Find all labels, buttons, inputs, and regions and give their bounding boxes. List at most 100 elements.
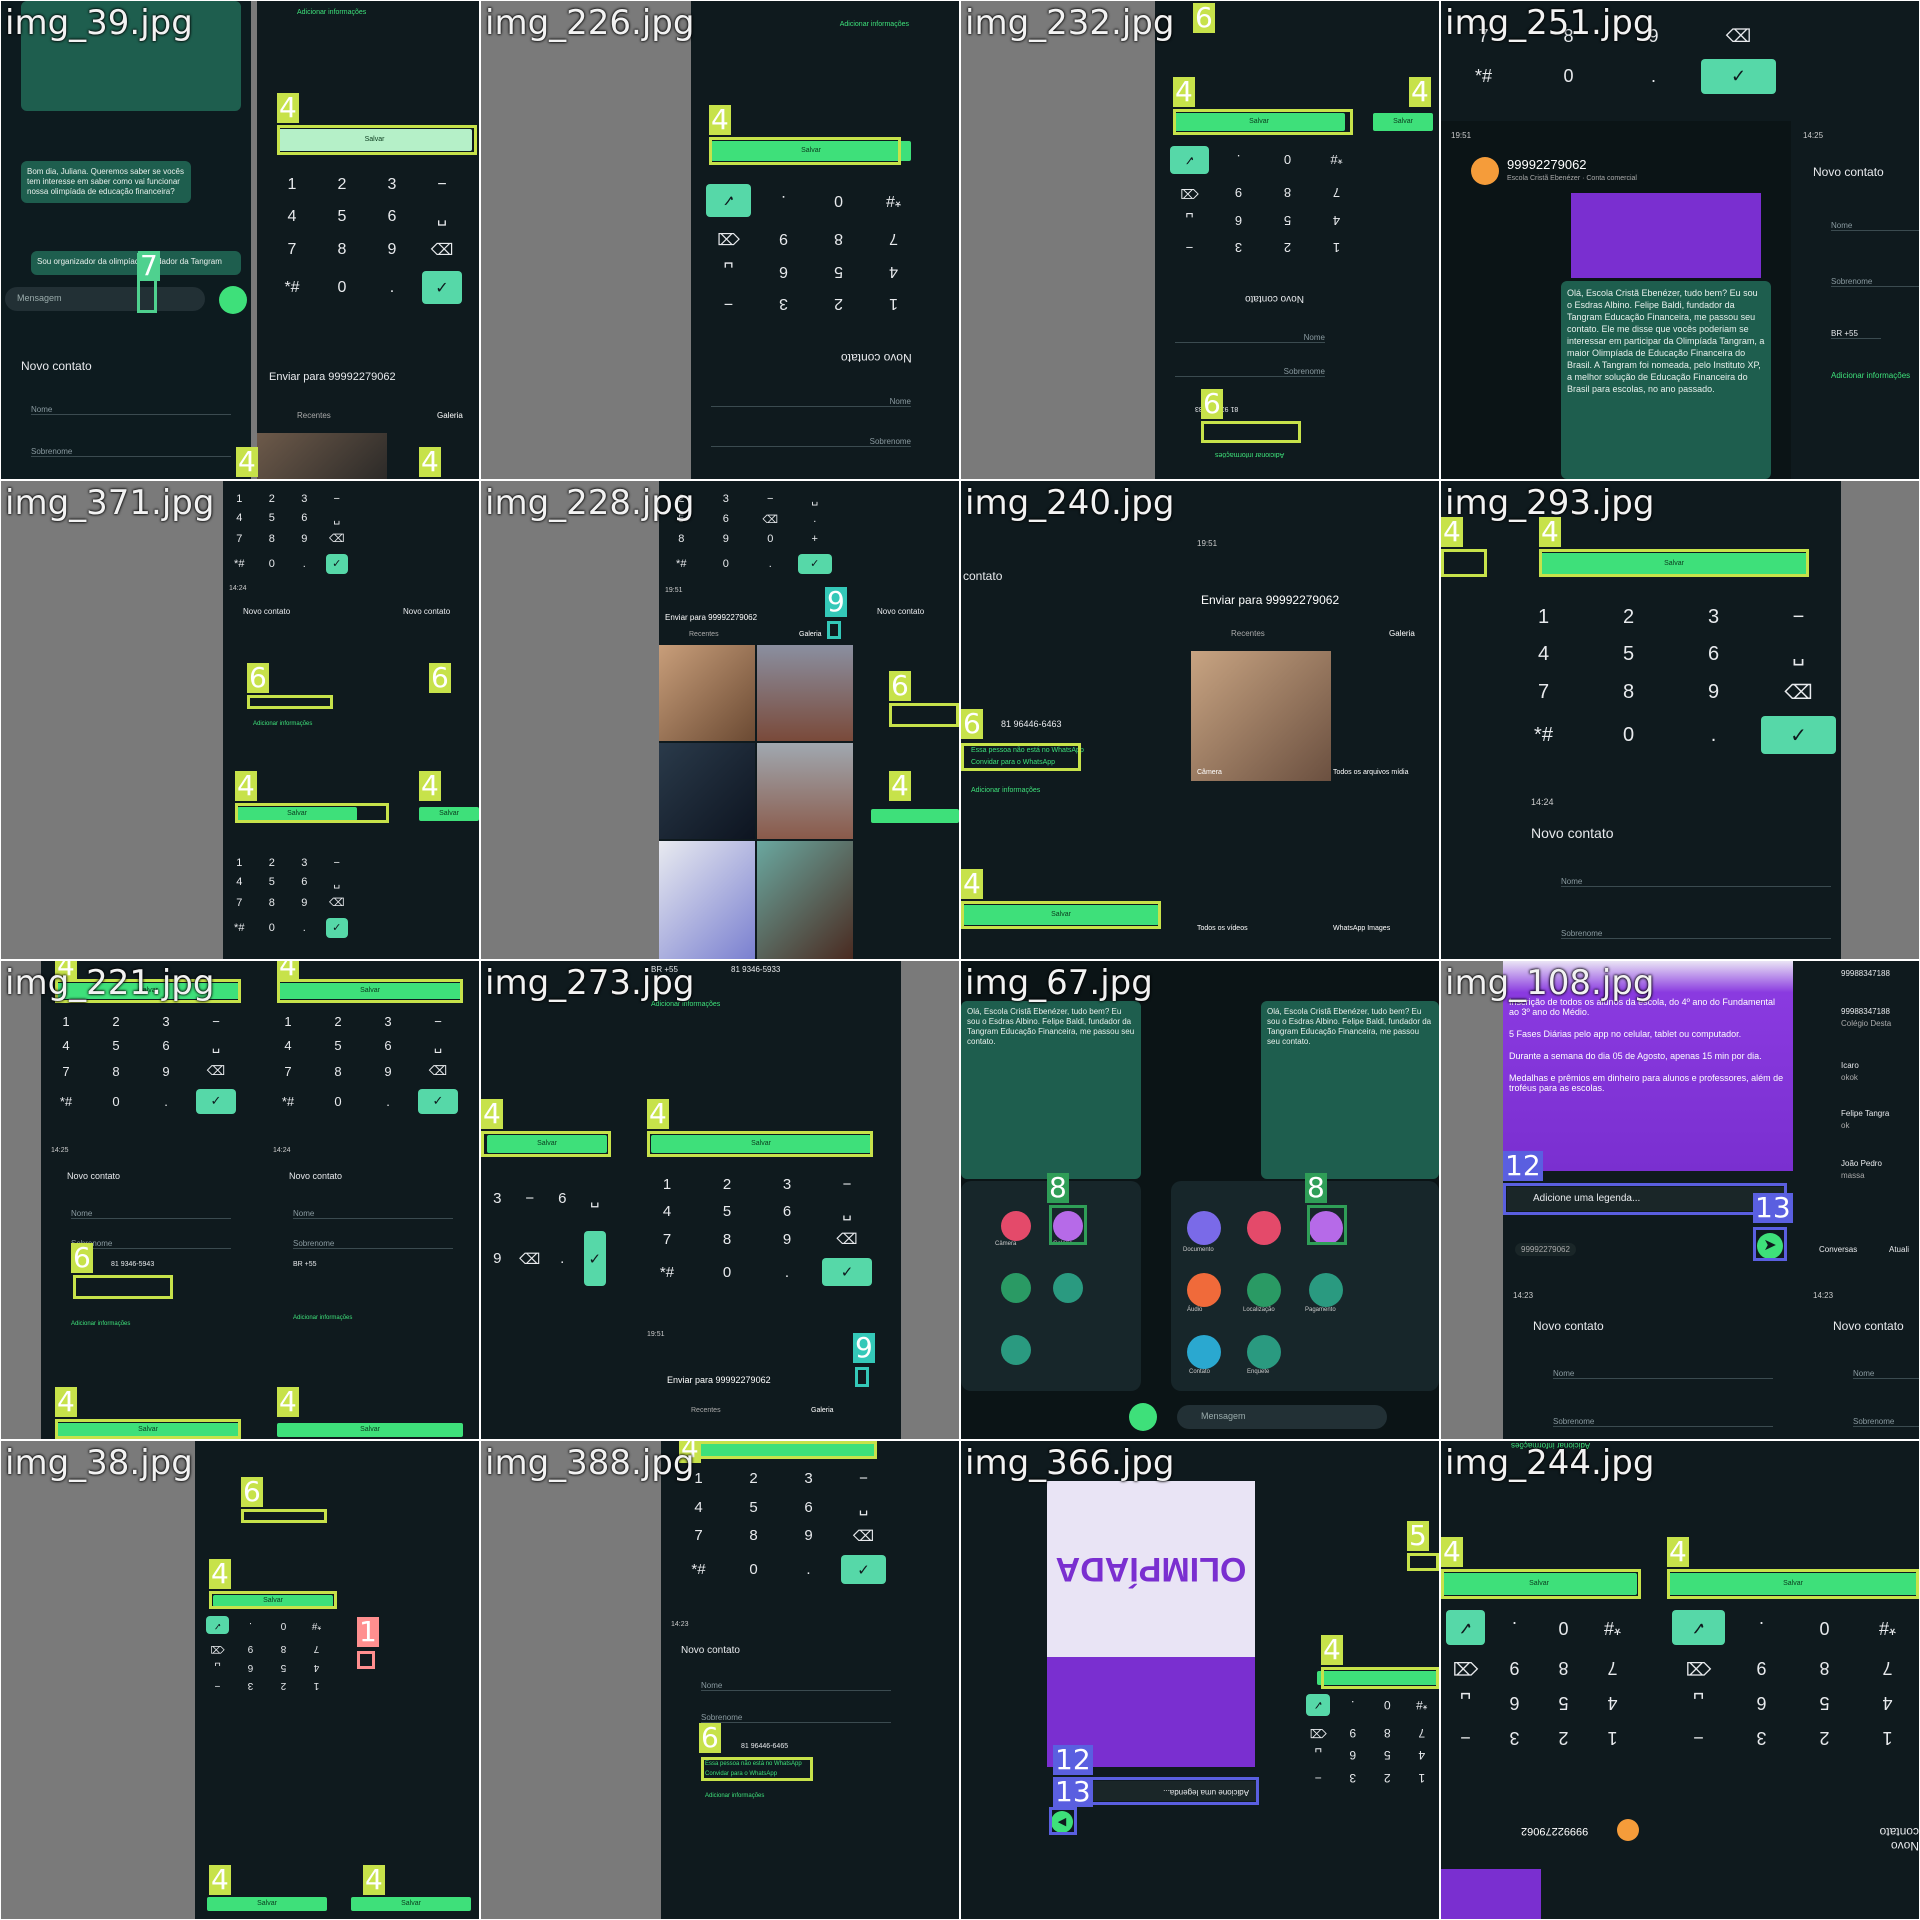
last-name-field[interactable]: Sobrenome [31, 447, 231, 457]
first-name-field[interactable]: Nome [1853, 1369, 1919, 1379]
gallery-thumbnail[interactable] [757, 841, 853, 959]
camera-icon[interactable] [1247, 1211, 1281, 1245]
message-input[interactable]: Mensagem [5, 287, 205, 311]
add-info-link[interactable]: Adicionar informações [705, 1793, 764, 1799]
poll-icon[interactable] [1247, 1335, 1281, 1369]
tab-recentes[interactable]: Recentes [689, 631, 719, 638]
marker-number: 4 [236, 445, 258, 478]
dialpad[interactable]: 1 2 3− 4 5 6 ␣ 7 8 9 ⌫ *# 0. ✓ [41, 1009, 241, 1119]
image-message[interactable] [1441, 1869, 1541, 1919]
dialpad[interactable]: 1 2 3− 4 5 6 ␣ 7 8 9 ⌫ *# 0. ✓ [637, 1171, 877, 1291]
phone-field[interactable]: 81 96446-6463 [1001, 719, 1062, 729]
first-name-field[interactable]: Nome [1175, 333, 1325, 343]
add-info-link[interactable]: Adicionar informações [840, 21, 909, 28]
dialpad[interactable]: 1 2 3− 4 5 6 ␣ 7 8 9 ⌫ *# 0. ✓ [267, 169, 467, 309]
dialpad[interactable]: 1 2 3− 4 5 6 ␣ 7 8 9 ⌫ *# 0. ✓ [1667, 1605, 1919, 1755]
gallery-thumbnail[interactable] [757, 645, 853, 741]
gallery-thumbnail[interactable] [659, 743, 755, 839]
first-name-field[interactable]: Nome [1561, 877, 1831, 887]
document-icon[interactable] [1187, 1211, 1221, 1245]
last-name-field[interactable]: Sobrenome [293, 1239, 453, 1249]
location-icon[interactable] [1001, 1273, 1031, 1303]
dialpad[interactable]: 1 2 3− 4 5 6 ␣ 7 8 9 ⌫ *# 0. ✓ [1441, 1605, 1637, 1755]
last-name-field[interactable]: Sobrenome [701, 1713, 891, 1723]
gallery-thumbnail[interactable] [257, 433, 387, 479]
last-name-field[interactable]: Sobrenome [1553, 1417, 1773, 1427]
country-select[interactable]: BR +55 [1831, 329, 1881, 339]
first-name-field[interactable]: Nome [701, 1681, 891, 1691]
avatar[interactable] [1617, 1819, 1639, 1841]
add-info-link[interactable]: Adicionar informações [71, 1321, 130, 1327]
dialpad[interactable]: 1 2 3− 4 5 6 ␣ 7 8 9 ⌫ *# 0. ✓ [1165, 141, 1361, 261]
image-message[interactable] [1571, 193, 1761, 278]
tab-recentes[interactable]: Recentes [1231, 629, 1265, 638]
phone-field[interactable]: 81 96446-6465 [741, 1743, 788, 1750]
add-info-link[interactable]: Adicionar informações [1831, 371, 1910, 380]
avatar[interactable] [1471, 157, 1499, 185]
add-info-link[interactable]: Adicionar informações [971, 787, 1040, 794]
mic-button[interactable] [219, 286, 247, 314]
first-name-field[interactable]: Nome [31, 405, 231, 415]
marker-number: 13 [1053, 1775, 1093, 1808]
marker-box [1049, 1205, 1087, 1245]
payment-icon[interactable] [1309, 1273, 1343, 1307]
country-select[interactable]: BR +55 [293, 1261, 317, 1268]
last-name-field[interactable]: Sobrenome [71, 1239, 231, 1249]
camera-icon[interactable] [1001, 1211, 1031, 1241]
gallery-thumbnail[interactable] [1191, 651, 1331, 781]
first-name-field[interactable]: Nome [71, 1209, 231, 1219]
poll-icon[interactable] [1001, 1335, 1031, 1365]
save-button[interactable]: Salvar [277, 1423, 463, 1437]
first-name-field[interactable]: Nome [1831, 221, 1919, 231]
dialpad[interactable]: 1 2 3− 4 5 6 ␣ 7 8 9 ⌫ *# 0. ✓ [223, 853, 353, 943]
mic-button[interactable] [1129, 1403, 1157, 1431]
payment-icon[interactable] [1053, 1273, 1083, 1303]
save-button[interactable]: Salvar [1373, 113, 1433, 131]
last-name-field[interactable]: Sobrenome [1853, 1417, 1919, 1427]
last-name-field[interactable]: Sobrenome [1831, 277, 1919, 287]
dialpad[interactable]: 1 2 3− 4 5 6 ␣ 7 8 9 ⌫ *# 0. ✓ [201, 1611, 333, 1695]
phone-field[interactable]: 81 9346-5933 [731, 965, 780, 974]
audio-icon[interactable] [1187, 1273, 1221, 1307]
first-name-field[interactable]: Nome [711, 397, 911, 407]
dialpad[interactable]: 1 2 3− 4 5 6 ␣ 7 8 9 ⌫ *# 0. ✓ [263, 1009, 463, 1119]
dialpad[interactable]: 1 2 3− 4 5 6 ␣ 7 8 9 ⌫ *# 0. ✓ [223, 489, 353, 579]
marker-number: 8 [1047, 1171, 1069, 1204]
tab-recentes[interactable]: Recentes [297, 411, 331, 420]
tab-recentes[interactable]: Recentes [691, 1407, 721, 1414]
gallery-thumbnail[interactable] [659, 841, 755, 959]
add-info-link[interactable]: Adicionar informações [297, 9, 366, 16]
dialpad[interactable]: 1 2 3− 4 5 6 ␣ 7 8 9 ⌫ *# 0. ✓ [1301, 1689, 1439, 1789]
dialpad[interactable]: 1 2 3− 4 5 6 ␣ 7 8 9 ⌫ *# 0. ✓ [671, 1465, 891, 1589]
first-name-field[interactable]: Nome [1553, 1369, 1773, 1379]
tile-label: img_273.jpg [485, 963, 695, 1003]
page-title: Novo contato [841, 351, 912, 365]
page-title: Novo contato [1813, 165, 1884, 179]
save-button[interactable] [871, 809, 959, 823]
gallery-thumbnail[interactable] [659, 645, 755, 741]
add-info-link[interactable]: Adicionar informações [1215, 451, 1284, 458]
dialpad[interactable]: 1 2 3− 4 5 6 ␣ 7 8 9 ⌫ *# 0. ✓ [701, 179, 921, 319]
add-info-link[interactable]: Adicionar informações [253, 721, 312, 727]
phone-field[interactable]: 81 9346-5943 [111, 1261, 154, 1268]
first-name-field[interactable]: Nome [293, 1209, 453, 1219]
tab-galeria[interactable]: Galeria [811, 1407, 834, 1414]
last-name-field[interactable]: Sobrenome [1561, 929, 1831, 939]
dialpad[interactable]: 1 2 3− 4 5 6 ␣ 7 8 9 ⌫ *# 0. ✓ [1501, 599, 1841, 759]
save-button[interactable]: Salvar [419, 807, 479, 821]
save-button[interactable]: Salvar [351, 1897, 471, 1911]
last-name-field[interactable]: Sobrenome [1175, 367, 1325, 377]
dialpad[interactable]: 3− 6 ␣ 9 ⌫ . ✓ [481, 1171, 611, 1291]
marker-box [357, 1651, 375, 1669]
location-icon[interactable] [1247, 1273, 1281, 1307]
save-button[interactable]: Salvar [207, 1897, 327, 1911]
tab-galeria[interactable]: Galeria [1389, 629, 1415, 638]
tab-galeria[interactable]: Galeria [437, 411, 463, 420]
contact-icon[interactable] [1187, 1335, 1221, 1369]
tab-galeria[interactable]: Galeria [799, 631, 822, 638]
gallery-thumbnail[interactable] [757, 743, 853, 839]
marker-number: 8 [1305, 1171, 1327, 1204]
message-input[interactable]: Mensagem [1177, 1405, 1387, 1429]
last-name-field[interactable]: Sobrenome [711, 437, 911, 447]
add-info-link[interactable]: Adicionar informações [293, 1315, 352, 1321]
